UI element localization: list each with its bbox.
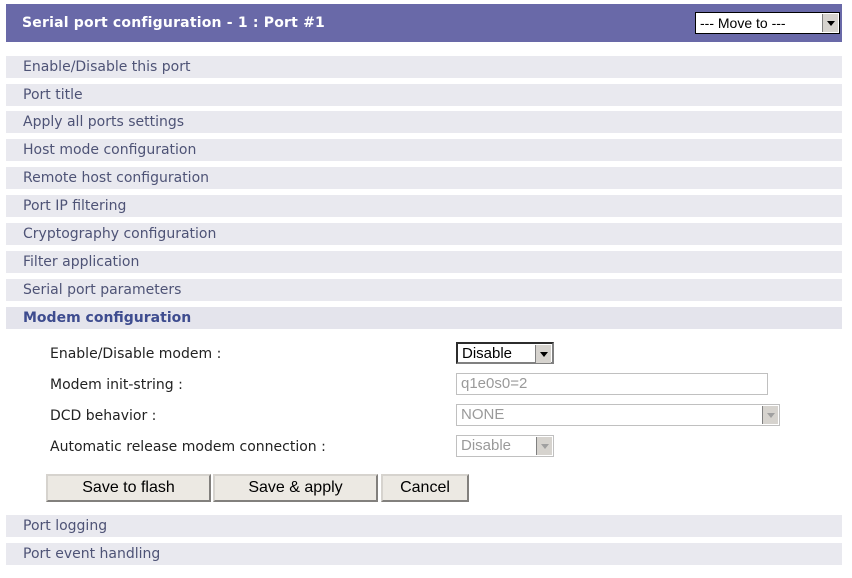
section-modem-configuration[interactable]: Modem configuration <box>6 307 842 329</box>
modem-init-string-input[interactable]: q1e0s0=2 <box>456 373 768 395</box>
section-port-event-handling[interactable]: Port event handling <box>6 543 842 565</box>
move-to-value: --- Move to --- <box>700 15 786 31</box>
enable-modem-select[interactable]: Disable <box>456 342 554 364</box>
dcd-behavior-value: NONE <box>461 406 505 423</box>
section-cryptography[interactable]: Cryptography configuration <box>6 223 842 245</box>
move-to-select[interactable]: --- Move to --- <box>695 12 840 34</box>
cancel-button[interactable]: Cancel <box>381 474 469 502</box>
page-title: Serial port configuration - 1 : Port #1 <box>22 15 325 31</box>
chevron-down-icon[interactable] <box>536 437 552 455</box>
section-host-mode[interactable]: Host mode configuration <box>6 139 842 161</box>
section-filter-application[interactable]: Filter application <box>6 251 842 273</box>
dcd-behavior-select[interactable]: NONE <box>456 404 780 426</box>
save-and-apply-button[interactable]: Save & apply <box>213 474 378 502</box>
auto-release-value: Disable <box>461 437 512 454</box>
section-apply-all-ports[interactable]: Apply all ports settings <box>6 111 842 133</box>
chevron-down-icon[interactable] <box>535 345 551 363</box>
section-remote-host[interactable]: Remote host configuration <box>6 167 842 189</box>
enable-modem-value: Disable <box>462 345 513 362</box>
section-serial-port-parameters[interactable]: Serial port parameters <box>6 279 842 301</box>
section-port-logging[interactable]: Port logging <box>6 515 842 537</box>
modem-init-string-label: Modem init-string : <box>50 377 183 393</box>
auto-release-select[interactable]: Disable <box>456 435 554 457</box>
enable-modem-label: Enable/Disable modem : <box>50 346 222 362</box>
panel-header: Serial port configuration - 1 : Port #1 … <box>6 4 842 42</box>
chevron-down-icon[interactable] <box>822 14 838 32</box>
section-enable-disable-port[interactable]: Enable/Disable this port <box>6 56 842 78</box>
section-port-title[interactable]: Port title <box>6 84 842 106</box>
port-config-panel: Serial port configuration - 1 : Port #1 … <box>6 4 842 574</box>
chevron-down-icon[interactable] <box>762 406 778 424</box>
auto-release-label: Automatic release modem connection : <box>50 439 326 455</box>
section-port-ip-filtering[interactable]: Port IP filtering <box>6 195 842 217</box>
save-to-flash-button[interactable]: Save to flash <box>46 474 211 502</box>
dcd-behavior-label: DCD behavior : <box>50 408 157 424</box>
